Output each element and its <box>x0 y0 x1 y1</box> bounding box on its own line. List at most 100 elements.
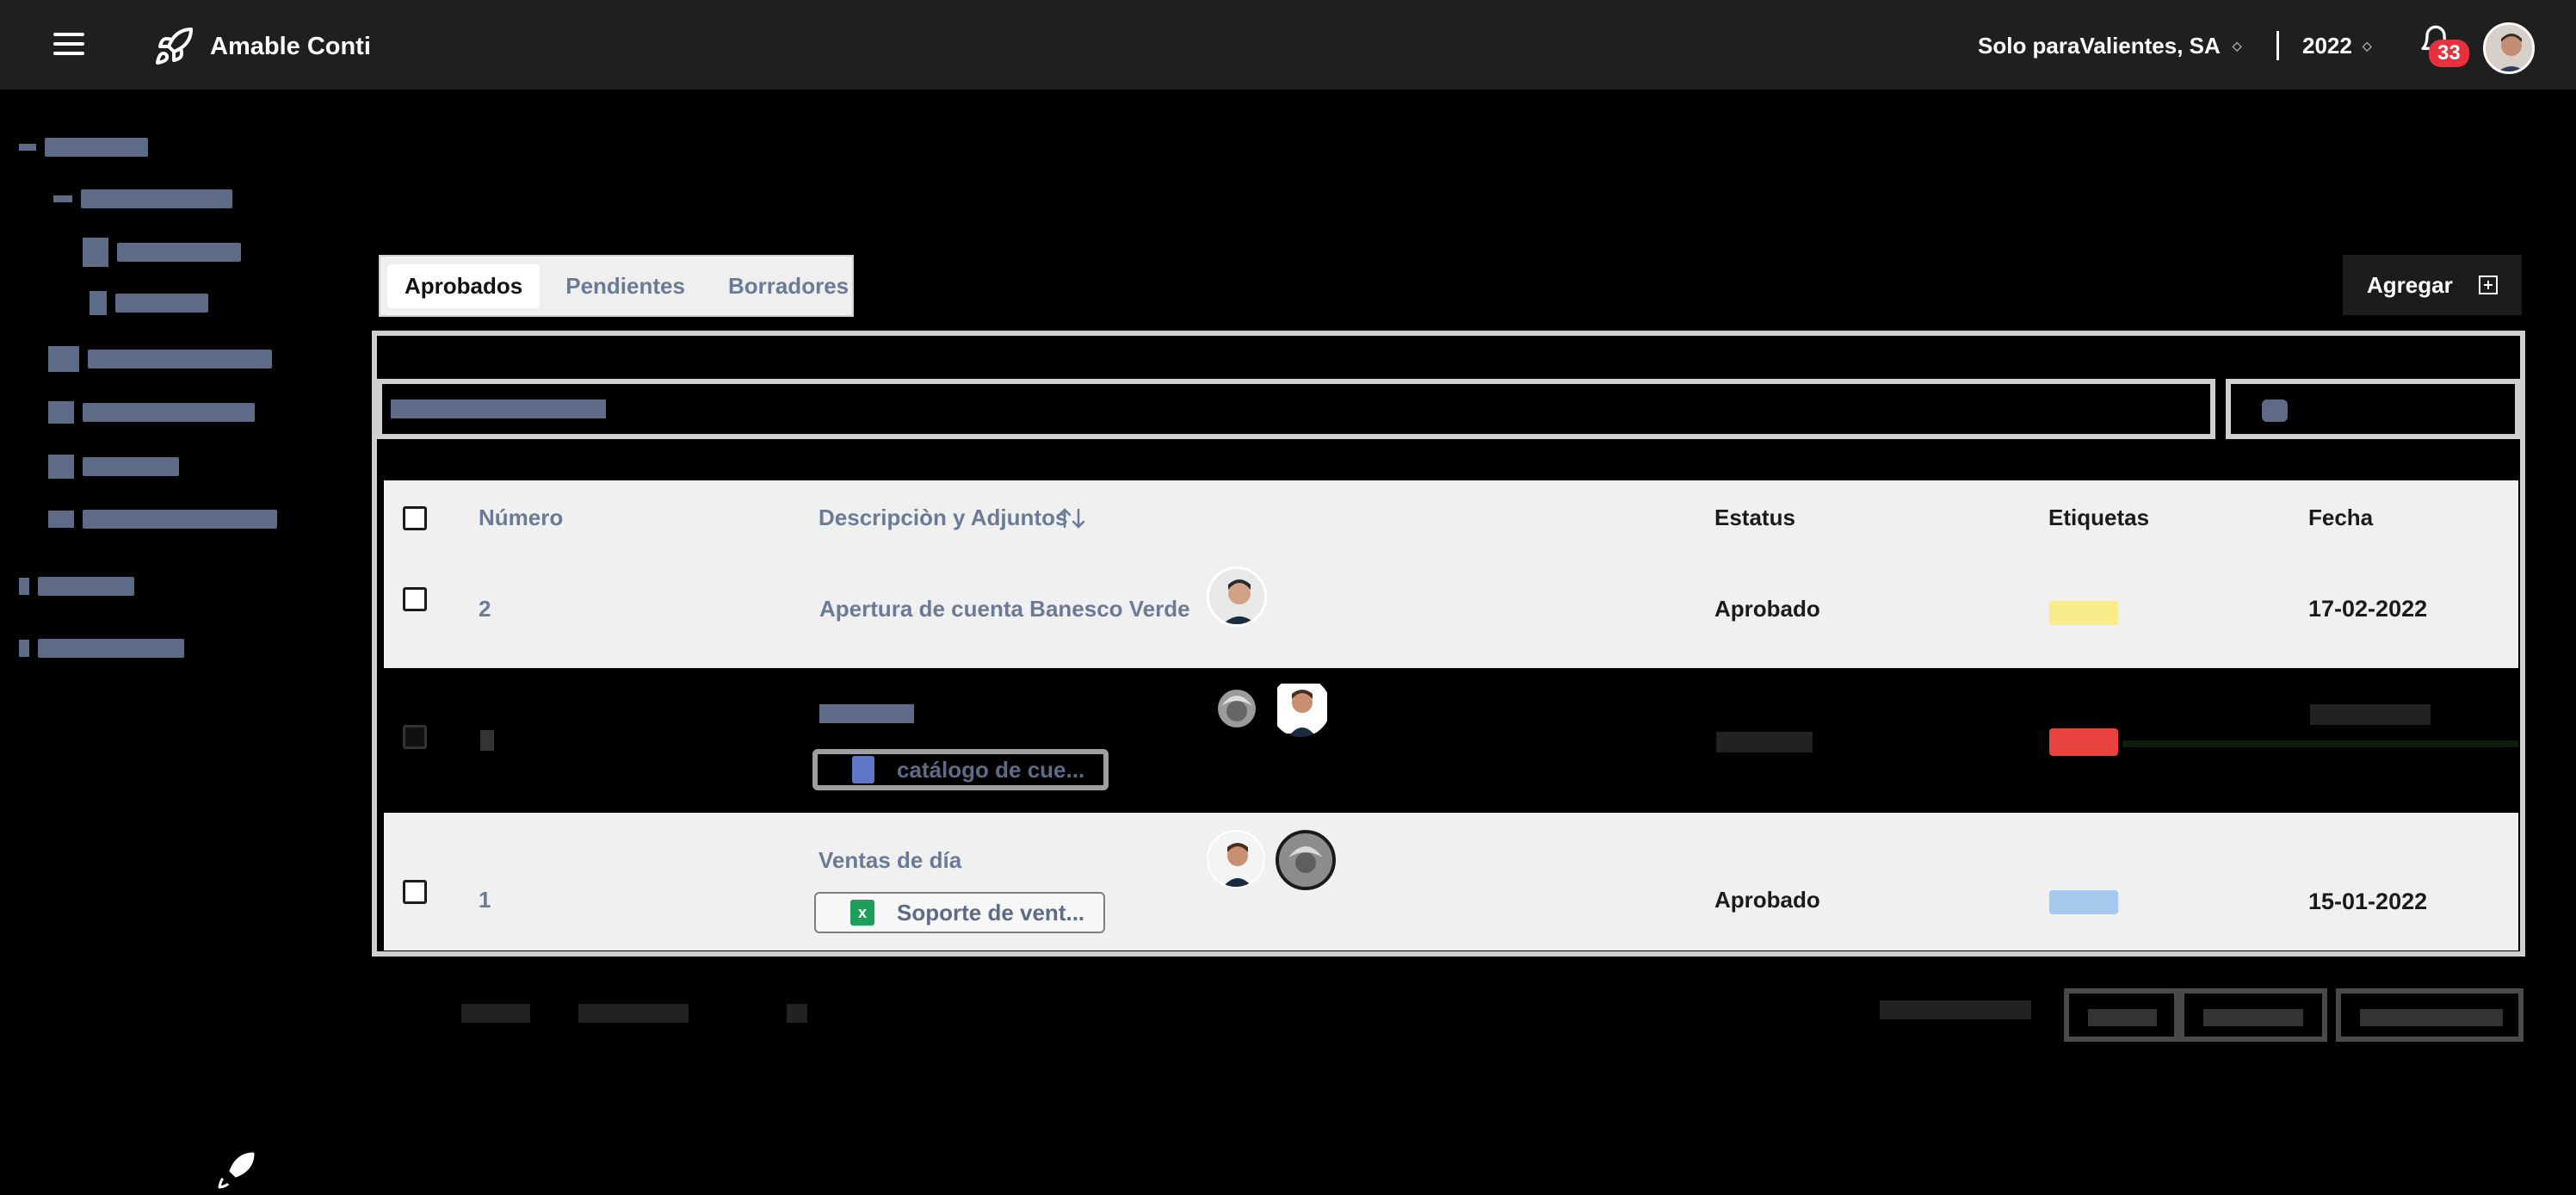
row-date: 17-02-2022 <box>2308 596 2428 622</box>
rocket-icon <box>156 27 193 65</box>
add-button[interactable]: Agregar <box>2343 255 2522 315</box>
chevron-down-icon[interactable] <box>787 1004 807 1023</box>
tag-chip <box>2049 890 2118 914</box>
status-tabs: Aprobados Pendientes Borradores <box>379 255 854 317</box>
menu-icon[interactable] <box>53 33 84 59</box>
sidebar-label <box>81 189 232 208</box>
sidebar-item[interactable] <box>53 189 232 208</box>
book-icon <box>48 401 74 424</box>
chat-icon <box>48 346 79 372</box>
chevron-down-icon: ◇ <box>2232 39 2242 53</box>
sidebar-item[interactable] <box>48 346 272 372</box>
button-label <box>2203 1009 2303 1026</box>
row-number[interactable]: 2 <box>479 596 491 622</box>
company-name: Solo paraValientes, SA <box>1978 33 2221 59</box>
avatar <box>1208 680 1262 734</box>
tab-pendientes[interactable]: Pendientes <box>548 264 702 308</box>
table-row[interactable]: catálogo de cue... <box>384 668 2518 813</box>
row-date: 15-01-2022 <box>2308 889 2428 914</box>
page-range <box>461 1004 530 1023</box>
sidebar-item[interactable] <box>19 577 134 596</box>
row-number[interactable]: 1 <box>479 887 491 913</box>
attachment-name: Soporte de vent... <box>897 899 1085 926</box>
first-page-button[interactable] <box>2064 988 2179 1042</box>
table-row[interactable]: 2 Apertura de cuenta Banesco Verde Aprob… <box>384 563 2518 668</box>
header-tags[interactable]: Etiquetas <box>2048 505 2149 531</box>
header-date[interactable]: Fecha <box>2308 505 2373 531</box>
sidebar-label <box>45 138 148 157</box>
select-all-checkbox[interactable] <box>403 506 427 530</box>
row-checkbox[interactable] <box>403 587 427 611</box>
sidebar-item[interactable] <box>48 401 255 424</box>
row-description[interactable]: Apertura de cuenta Banesco Verde <box>819 596 1190 622</box>
tag-chip <box>2049 601 2118 625</box>
sort-icon[interactable] <box>1057 506 1088 530</box>
attachment-button[interactable]: catálogo de cue... <box>812 749 1109 790</box>
brand[interactable]: Amable Conti <box>153 26 371 67</box>
row-checkbox[interactable] <box>403 725 427 749</box>
records-panel: Número Descripciòn y Adjuntos Estatus Et… <box>372 331 2525 957</box>
tab-borradores[interactable]: Borradores <box>711 264 866 308</box>
filter-input[interactable] <box>377 379 2215 439</box>
rows-per-page-label <box>578 1004 689 1023</box>
header-number[interactable]: Número <box>479 505 563 531</box>
next-page-button[interactable] <box>2179 988 2327 1042</box>
sidebar-label <box>117 243 241 262</box>
filter-placeholder <box>391 399 606 418</box>
card-icon <box>48 511 74 528</box>
divider <box>2276 31 2279 60</box>
add-button-label: Agregar <box>2367 271 2453 298</box>
document-icon <box>90 291 107 315</box>
header-description[interactable]: Descripciòn y Adjuntos <box>819 505 1067 531</box>
sidebar-item[interactable] <box>19 138 148 157</box>
sidebar-label <box>115 294 208 313</box>
chevron-down-icon: ◇ <box>2362 39 2372 53</box>
row-number[interactable] <box>480 730 494 751</box>
sidebar-label <box>88 350 272 368</box>
chevron-right-icon <box>19 578 29 595</box>
button-label <box>2088 1009 2157 1026</box>
row-date <box>2310 704 2431 725</box>
sidebar-label <box>83 510 277 529</box>
filter-icon <box>2262 399 2288 422</box>
document-icon <box>83 238 108 267</box>
attachment-button[interactable]: x Soporte de vent... <box>814 892 1105 933</box>
tag-chip <box>2049 728 2118 756</box>
last-page-button[interactable] <box>2336 988 2523 1042</box>
table-row[interactable]: 1 Ventas de día x Soporte de vent... Apr… <box>384 813 2518 950</box>
rocket-icon <box>218 1152 255 1189</box>
notification-badge: 33 <box>2429 40 2469 67</box>
user-avatar[interactable] <box>2483 22 2535 74</box>
top-bar: Amable Conti Solo paraValientes, SA ◇ 20… <box>0 0 2576 90</box>
divider <box>2122 740 2518 747</box>
sidebar-item[interactable] <box>48 455 179 479</box>
row-status: Aprobado <box>1714 887 1820 913</box>
table-header: Número Descripciòn y Adjuntos Estatus Et… <box>384 480 2518 563</box>
excel-icon: x <box>850 900 874 926</box>
row-description[interactable]: Ventas de día <box>819 847 961 874</box>
row-description[interactable] <box>819 704 914 723</box>
attachment-name: catálogo de cue... <box>897 756 1085 783</box>
collapse-icon <box>53 195 72 202</box>
chevron-right-icon <box>19 640 29 657</box>
avatar <box>1207 567 1267 627</box>
company-selector[interactable]: Solo paraValientes, SA ◇ <box>1978 33 2242 59</box>
year-selector[interactable]: 2022 ◇ <box>2302 33 2372 59</box>
button-label <box>2360 1009 2503 1026</box>
sidebar-item[interactable] <box>83 238 241 267</box>
header-status[interactable]: Estatus <box>1714 505 1795 531</box>
avatar <box>1207 830 1265 889</box>
sidebar-label <box>38 577 134 596</box>
avatar <box>1276 830 1336 890</box>
tab-aprobados[interactable]: Aprobados <box>387 263 541 308</box>
sidebar-item[interactable] <box>19 639 184 658</box>
collapse-icon <box>19 144 36 151</box>
row-status: Aprobado <box>1714 596 1820 622</box>
previous-page-label <box>1880 1000 2031 1019</box>
sidebar-item[interactable] <box>48 510 277 529</box>
sidebar-item[interactable] <box>90 291 208 315</box>
plus-square-icon <box>2478 276 2498 294</box>
row-status <box>1716 732 1813 752</box>
filter-button[interactable] <box>2226 379 2520 439</box>
row-checkbox[interactable] <box>403 880 427 904</box>
